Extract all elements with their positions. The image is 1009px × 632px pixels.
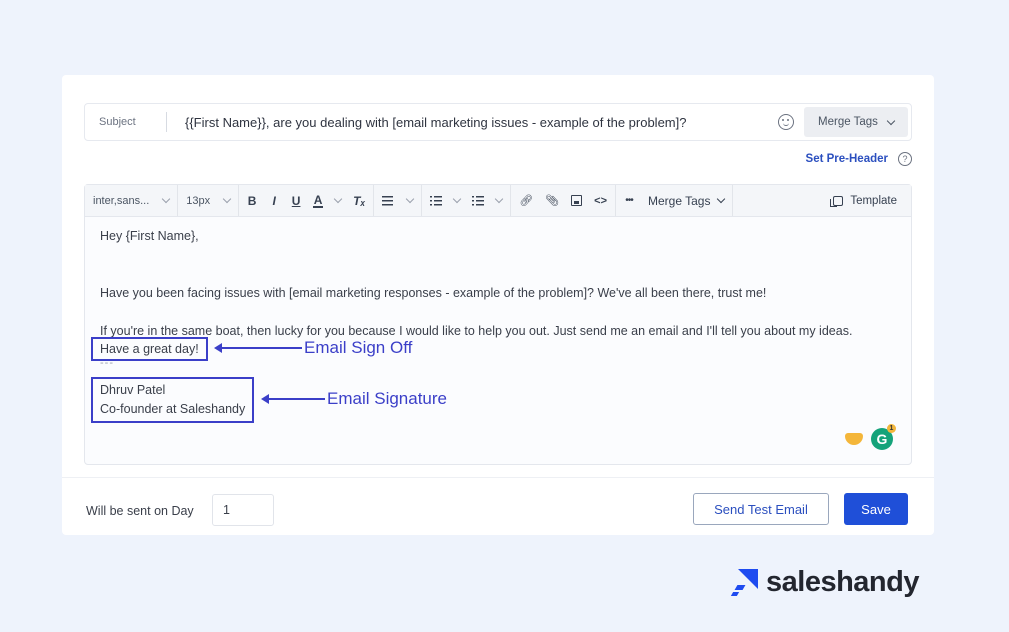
- italic-button[interactable]: I: [269, 193, 279, 209]
- arrow-left-icon: [261, 394, 325, 404]
- signature-annotation-text: Email Signature: [327, 389, 448, 408]
- signature-annotation: Email Signature: [261, 389, 448, 409]
- emoji-icon[interactable]: [778, 114, 794, 130]
- attachment-icon[interactable]: 📎︎: [545, 193, 559, 209]
- text-color-button[interactable]: A: [313, 194, 324, 208]
- extension-icons: G 1: [845, 424, 896, 450]
- template-icon: [830, 195, 844, 207]
- email-editor-card: Subject {{First Name}}, are you dealing …: [62, 75, 934, 535]
- code-icon[interactable]: <>: [594, 193, 607, 209]
- email-body-content[interactable]: Hey {First Name}, Have you been facing i…: [85, 217, 911, 351]
- help-icon[interactable]: ?: [898, 152, 912, 166]
- font-family-dropdown[interactable]: inter,sans...: [85, 185, 179, 216]
- template-button[interactable]: Template: [830, 194, 911, 207]
- font-family-value: inter,sans...: [93, 194, 150, 207]
- list-group: [422, 185, 512, 216]
- bullet-list-icon[interactable]: [472, 195, 485, 206]
- merge-tags-label: Merge Tags: [818, 116, 878, 128]
- font-size-value: 13px: [186, 194, 211, 207]
- image-icon[interactable]: [571, 195, 583, 206]
- bold-button[interactable]: B: [247, 193, 257, 209]
- chevron-down-icon: [222, 194, 232, 204]
- send-test-email-button[interactable]: Send Test Email: [693, 493, 829, 525]
- insert-group: 🔗︎ 📎︎ <>: [511, 185, 616, 216]
- arrow-left-icon: [214, 343, 302, 353]
- send-day-label: Will be sent on Day: [86, 504, 194, 518]
- clear-format-button[interactable]: Tₓ: [353, 193, 365, 209]
- align-dropdown[interactable]: [374, 185, 423, 216]
- save-button[interactable]: Save: [844, 493, 908, 525]
- sign-off-annotation-text: Email Sign Off: [304, 338, 413, 357]
- toolbar-merge-tags-dropdown[interactable]: Merge Tags: [648, 193, 726, 208]
- preheader-row: Set Pre-Header ?: [806, 152, 912, 166]
- editor-footer: Will be sent on Day Send Test Email Save: [62, 477, 934, 535]
- ordered-list-icon[interactable]: [430, 195, 443, 206]
- chevron-down-icon: [405, 194, 415, 204]
- more-group: ••• Merge Tags: [616, 185, 734, 216]
- signature-name: Dhruv Patel: [100, 383, 166, 397]
- email-body-editor[interactable]: inter,sans... 13px B I U A Tₓ 🔗︎ 📎︎ <> •…: [84, 184, 912, 465]
- merge-tags-label: Merge Tags: [648, 193, 711, 208]
- template-label: Template: [850, 194, 897, 207]
- saleshandy-logo: saleshandy: [730, 566, 919, 599]
- body-paragraph-1: Have you been facing issues with [email …: [100, 286, 767, 300]
- sign-off-annotation: Email Sign Off: [214, 338, 413, 358]
- body-paragraph-2: If you're in the same boat, then lucky f…: [100, 324, 853, 338]
- grammarly-count-badge: 1: [887, 424, 896, 433]
- signature-title: Co-founder at Saleshandy: [100, 402, 246, 416]
- chevron-down-icon: [886, 116, 896, 125]
- signature-separator: ---: [100, 357, 114, 369]
- format-group: B I U A Tₓ: [239, 185, 375, 216]
- font-size-dropdown[interactable]: 13px: [178, 185, 240, 216]
- signature-highlight: Dhruv Patel Co-founder at Saleshandy: [91, 377, 255, 423]
- chevron-down-icon[interactable]: [494, 194, 504, 204]
- chevron-down-icon[interactable]: [333, 194, 343, 204]
- subject-merge-tags-dropdown[interactable]: Merge Tags: [804, 107, 908, 137]
- subject-label: Subject: [85, 112, 167, 132]
- editor-toolbar: inter,sans... 13px B I U A Tₓ 🔗︎ 📎︎ <> •…: [85, 185, 911, 217]
- saleshandy-logo-text: saleshandy: [766, 566, 919, 598]
- grammarly-letter: G: [876, 431, 888, 447]
- set-preheader-link[interactable]: Set Pre-Header: [806, 153, 888, 165]
- grammarly-icon[interactable]: G 1: [871, 424, 896, 450]
- more-options-icon[interactable]: •••: [624, 193, 634, 209]
- subject-input[interactable]: {{First Name}}, are you dealing with [em…: [167, 115, 778, 130]
- underline-button[interactable]: U: [291, 193, 301, 209]
- body-sign-off: Have a great day!: [100, 342, 199, 356]
- align-right-icon: [382, 195, 394, 206]
- chevron-down-icon[interactable]: [452, 194, 462, 204]
- chevron-down-icon: [162, 194, 171, 204]
- body-greeting: Hey {First Name},: [100, 229, 199, 243]
- subject-row: Subject {{First Name}}, are you dealing …: [84, 103, 912, 141]
- chevron-down-icon: [717, 194, 726, 204]
- honey-extension-icon[interactable]: [845, 433, 863, 445]
- send-day-input[interactable]: [212, 494, 274, 526]
- link-icon[interactable]: 🔗︎: [519, 193, 533, 209]
- saleshandy-logo-icon: [730, 568, 758, 597]
